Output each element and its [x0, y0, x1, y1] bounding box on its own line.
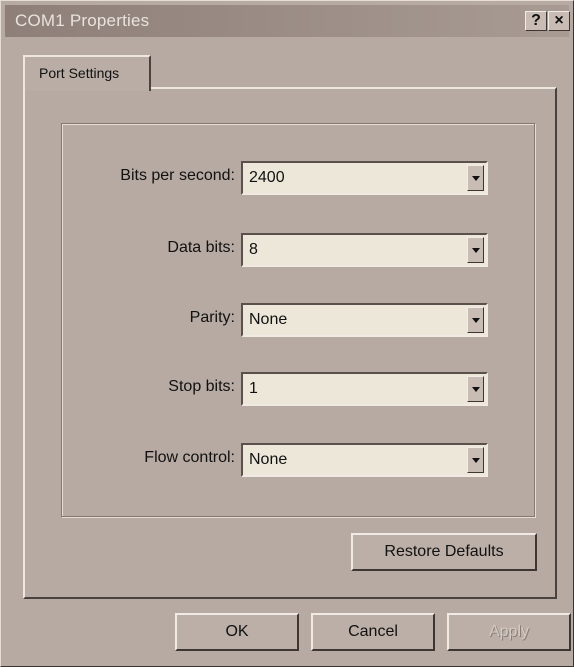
chevron-down-icon[interactable] [467, 237, 484, 263]
bits-per-second-label: Bits per second: [120, 167, 235, 184]
properties-window: COM1 Properties ? × Port Settings Bits p… [0, 0, 574, 667]
data-bits-label: Data bits: [167, 239, 235, 256]
stop-bits-dropdown[interactable]: 1 [241, 372, 488, 406]
bits-per-second-dropdown[interactable]: 2400 [241, 161, 488, 195]
combo-value: None [249, 451, 288, 468]
tab-port-settings[interactable]: Port Settings [23, 55, 151, 91]
flow-control-dropdown[interactable]: None [241, 443, 488, 477]
combo-value: 1 [249, 380, 258, 397]
combo-value: None [249, 311, 288, 328]
combo-value: 2400 [249, 169, 285, 186]
title-bar[interactable]: COM1 Properties ? × [5, 5, 570, 37]
flow-control-label: Flow control: [144, 449, 235, 466]
parity-label: Parity: [189, 309, 235, 326]
help-button[interactable]: ? [525, 11, 547, 31]
restore-defaults-button[interactable]: Restore Defaults [351, 533, 537, 571]
cancel-button[interactable]: Cancel [311, 613, 435, 651]
combo-value: 8 [249, 241, 258, 258]
chevron-down-icon[interactable] [467, 307, 484, 333]
close-button[interactable]: × [548, 11, 570, 31]
parity-dropdown[interactable]: None [241, 303, 488, 337]
chevron-down-icon[interactable] [467, 447, 484, 473]
stop-bits-label: Stop bits: [168, 378, 235, 395]
window-title: COM1 Properties [15, 11, 150, 30]
chevron-down-icon[interactable] [467, 376, 484, 402]
tab-label: Port Settings [39, 65, 120, 81]
ok-button[interactable]: OK [175, 613, 299, 651]
chevron-down-icon[interactable] [467, 165, 484, 191]
apply-button: Apply [447, 613, 571, 651]
data-bits-dropdown[interactable]: 8 [241, 233, 488, 267]
